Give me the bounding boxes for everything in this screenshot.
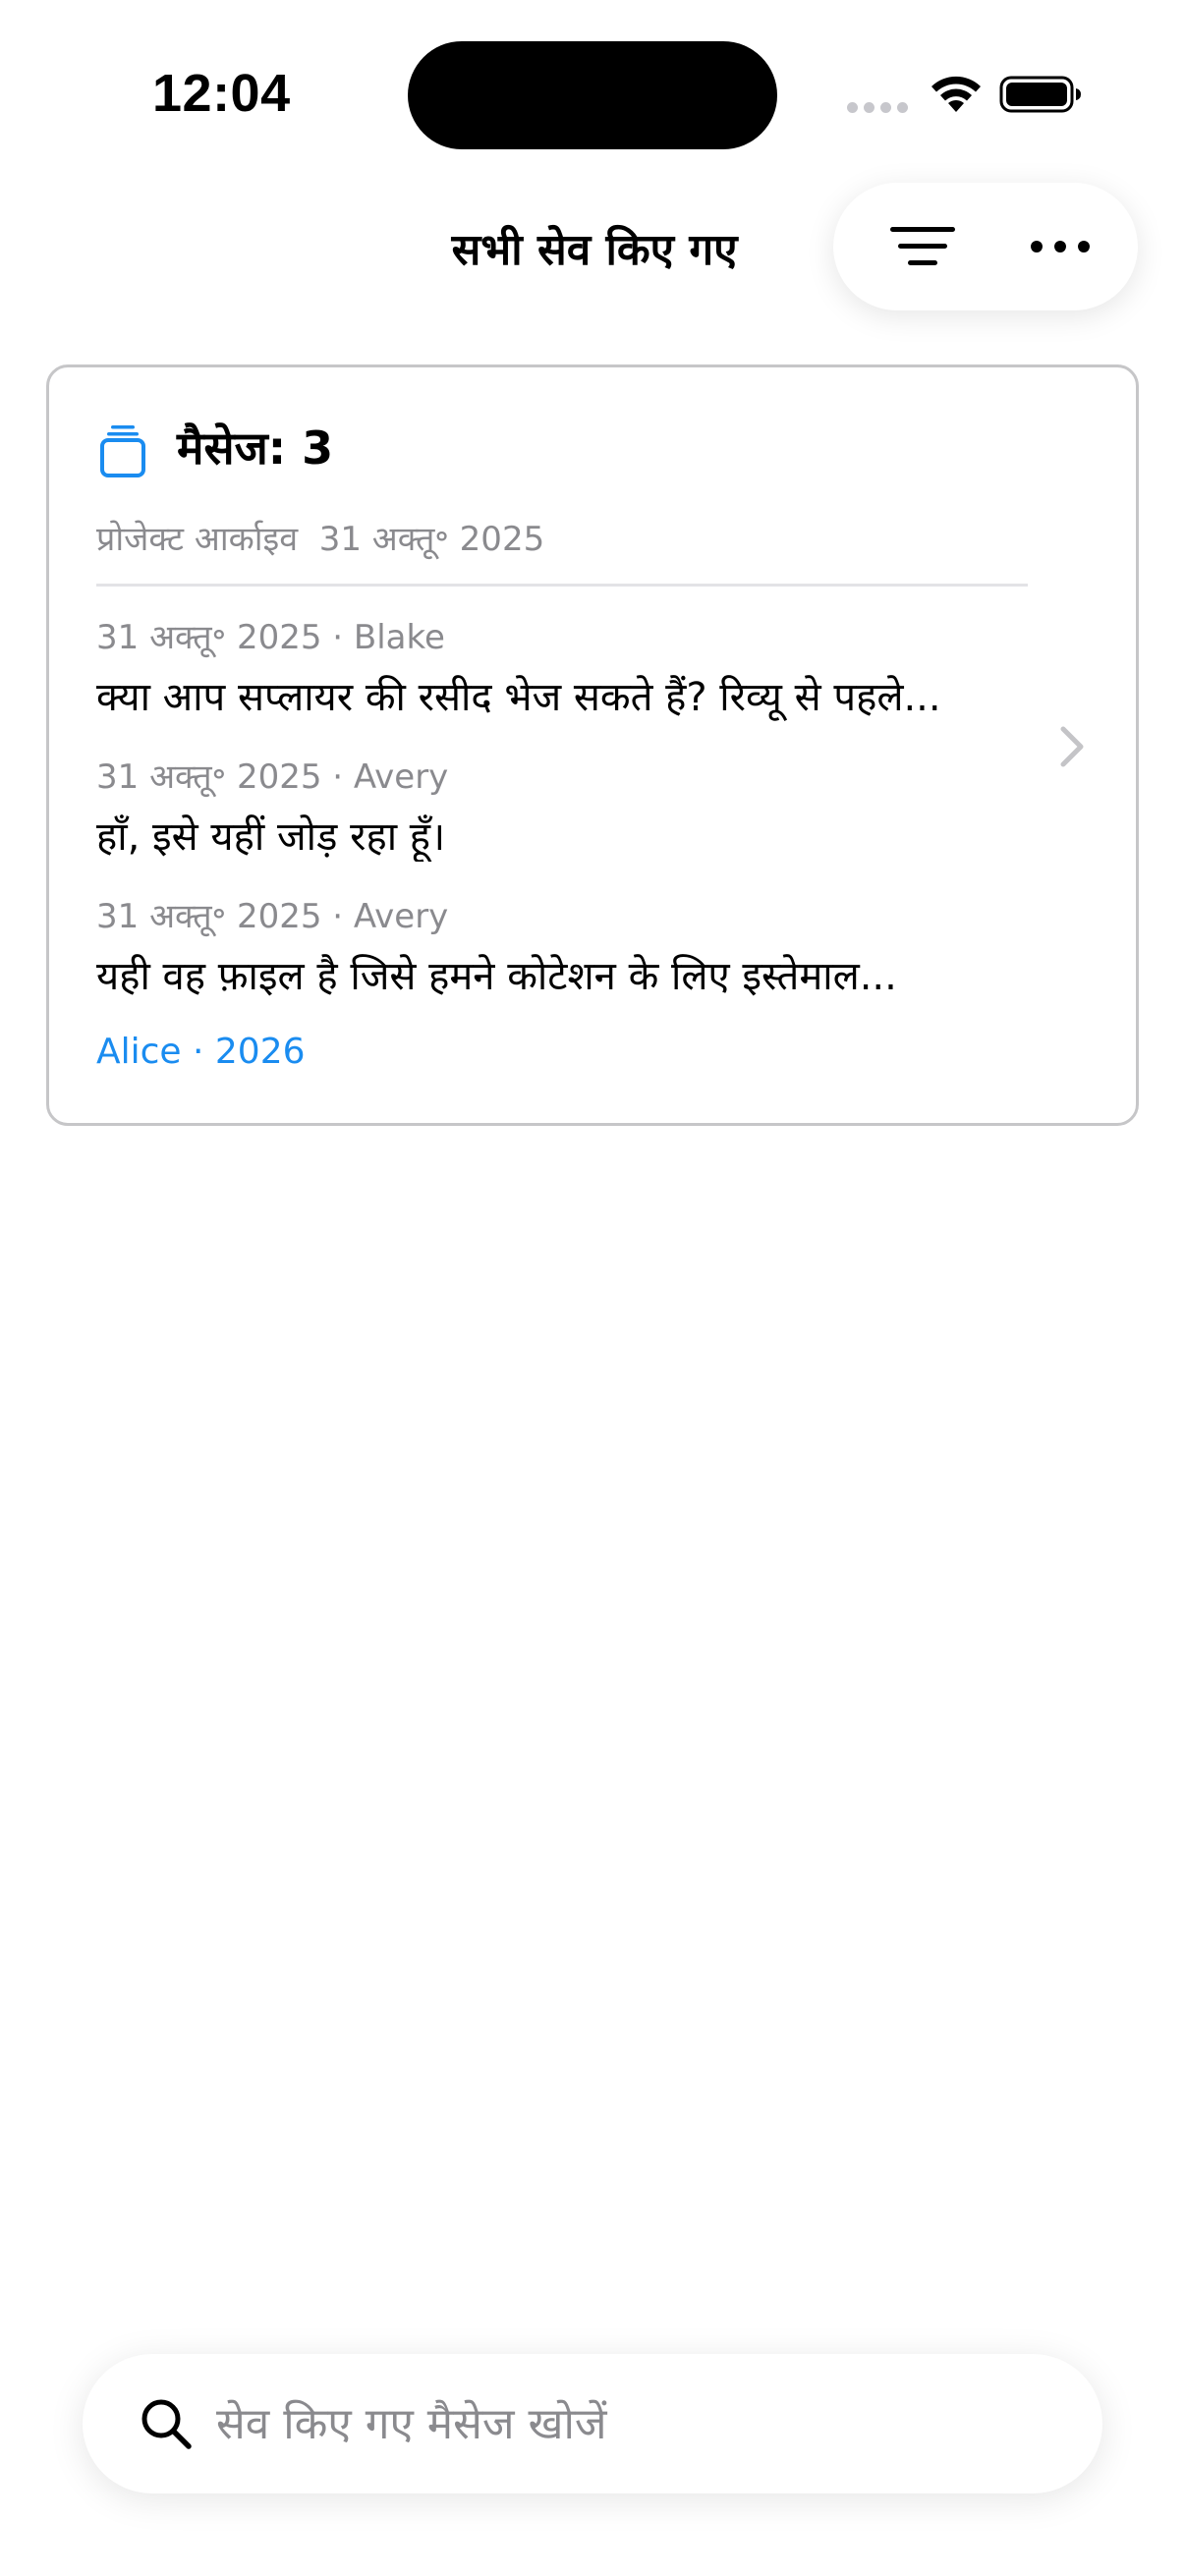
- page-title: सभी सेव किए गए: [451, 225, 738, 275]
- message-text: क्या आप सप्लायर की रसीद भेज सकते हैं? रि…: [96, 675, 941, 720]
- message-meta: 31 अक्तू॰ 2025 · Avery: [96, 757, 449, 797]
- divider: [96, 584, 1028, 587]
- header-actions: [833, 183, 1138, 310]
- battery-icon: [999, 76, 1081, 113]
- cellular-signal-icon: [847, 102, 908, 114]
- filter-lines-icon: [890, 227, 955, 265]
- message-item: 31 अक्तू॰ 2025 · Avery यही वह फ़ाइल है ज…: [96, 892, 1079, 1001]
- status-icons: [847, 71, 1083, 118]
- search-input[interactable]: [216, 2381, 1061, 2466]
- search-bar[interactable]: [83, 2354, 1102, 2493]
- dynamic-island: [408, 41, 777, 149]
- status-bar: 12:04: [0, 0, 1185, 177]
- message-text: हाँ, इसे यहीं जोड़ रहा हूँ।: [96, 814, 446, 860]
- saved-messages-card[interactable]: मैसेज: 3 प्रोजेक्ट आर्काइव 31 अक्तू॰ 202…: [46, 364, 1139, 1126]
- card-footer: Alice · 2026: [96, 1032, 306, 1072]
- more-horizontal-icon: [1031, 241, 1090, 252]
- filter-button[interactable]: [869, 207, 977, 286]
- search-icon: [141, 2399, 192, 2449]
- message-item: 31 अक्तू॰ 2025 · Avery हाँ, इसे यहीं जोड…: [96, 753, 1079, 862]
- screen: 12:04 सभी सेव किए गए मैसेज: 3 प्रोजेक्ट …: [0, 0, 1185, 2576]
- card-title: मैसेज: 3: [177, 421, 334, 475]
- status-time: 12:04: [152, 64, 291, 123]
- message-meta: 31 अक्तू॰ 2025 · Blake: [96, 618, 445, 657]
- message-item: 31 अक्तू॰ 2025 · Blake क्या आप सप्लायर क…: [96, 613, 1079, 722]
- wifi-icon: [931, 76, 981, 112]
- stack-icon: [100, 425, 145, 477]
- chevron-right-icon: [1060, 726, 1084, 767]
- message-text: यही वह फ़ाइल है जिसे हमने कोटेशन के लिए …: [96, 954, 897, 999]
- message-meta: 31 अक्तू॰ 2025 · Avery: [96, 897, 449, 936]
- more-options-button[interactable]: [1006, 207, 1114, 286]
- card-subtitle: प्रोजेक्ट आर्काइव 31 अक्तू॰ 2025: [96, 520, 545, 559]
